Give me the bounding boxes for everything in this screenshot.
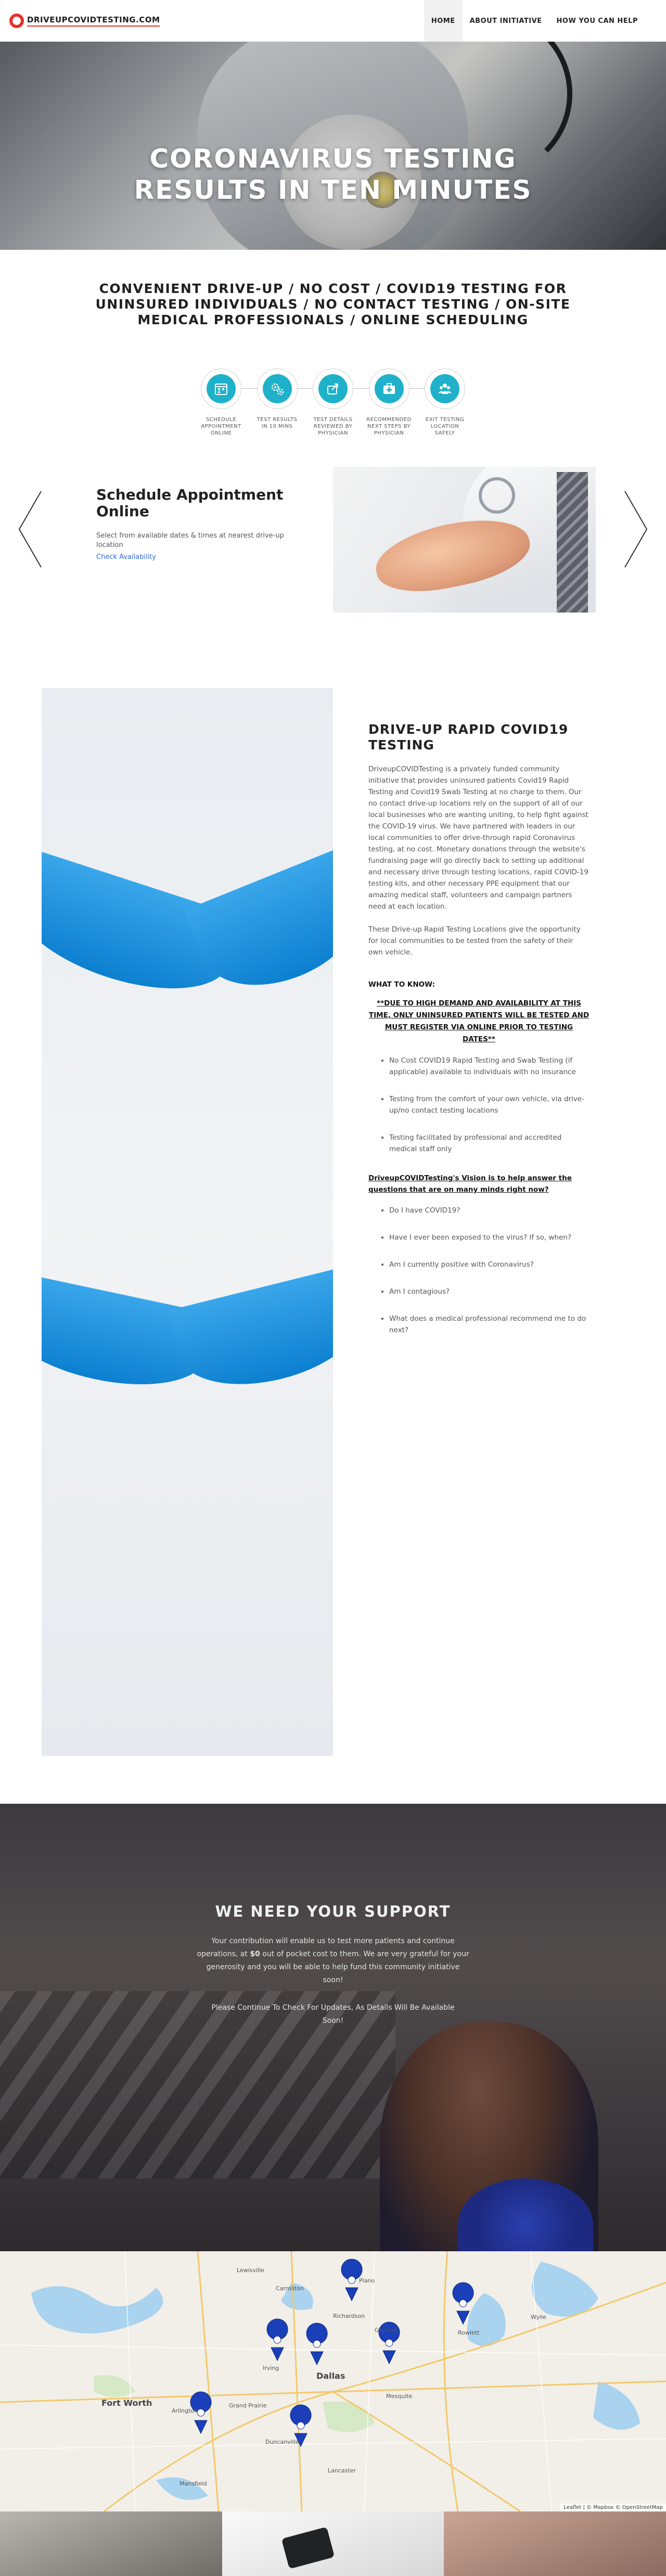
- slide-doctor-hand-image: [333, 467, 596, 613]
- hero-banner: CORONAVIRUS TESTING RESULTS IN TEN MINUT…: [0, 42, 666, 250]
- slider-next-arrow-icon[interactable]: [620, 490, 651, 568]
- list-item: Am I contagious?: [389, 1286, 590, 1297]
- gloves-fist-bump-image: [42, 688, 333, 1756]
- gallery-image: [444, 2511, 666, 2576]
- step-exit: EXIT TESTING LOCATION SAFELY: [421, 368, 468, 437]
- about-content: DRIVE-UP RAPID COVID19 TESTING DriveupCO…: [368, 722, 590, 1351]
- calendar-icon: [207, 374, 236, 403]
- step-results: TEST RESULTS IN 10 MINS: [254, 368, 301, 437]
- step-label: RECOMMENDED NEXT STEPS BY PHYSICIAN: [366, 417, 412, 436]
- step-circle: [425, 368, 465, 409]
- about-section: DRIVE-UP RAPID COVID19 TESTING DriveupCO…: [0, 688, 666, 1756]
- gallery-phone-shape: [281, 2527, 335, 2569]
- slider-prev-arrow-icon[interactable]: [15, 490, 46, 568]
- support-title: WE NEED YOUR SUPPORT: [215, 1903, 451, 1920]
- support-body: Your contribution will enable us to test…: [195, 1935, 471, 1987]
- map-label: Dallas: [316, 2371, 345, 2381]
- process-steps: SCHEDULE APPOINTMENT ONLINE TEST RESULTS…: [198, 368, 468, 437]
- step-circle: [368, 368, 409, 409]
- share-icon: [318, 374, 348, 403]
- logo-mark-icon: [9, 14, 24, 28]
- questions-list: Do I have COVID19? Have I ever been expo…: [389, 1205, 590, 1336]
- about-title: DRIVE-UP RAPID COVID19 TESTING: [368, 722, 569, 753]
- map-label: Mesquite: [386, 2393, 413, 2400]
- tagline-section: CONVENIENT DRIVE-UP / NO COST / COVID19 …: [0, 250, 666, 328]
- step-circle: [257, 368, 298, 409]
- hero-title-line1: CORONAVIRUS TESTING: [149, 144, 517, 174]
- support-content: WE NEED YOUR SUPPORT Your contribution w…: [0, 1903, 666, 2027]
- gallery-image: [222, 2511, 444, 2576]
- map-label: Wylie: [531, 2314, 547, 2320]
- site-logo[interactable]: DRIVEUPCOVIDTESTING.COM: [9, 14, 160, 28]
- step-circle: [313, 368, 353, 409]
- logo-text: DRIVEUPCOVIDTESTING.COM: [27, 15, 160, 27]
- map-label: Mansfield: [180, 2480, 207, 2487]
- site-header: DRIVEUPCOVIDTESTING.COM HOME ABOUT INITI…: [0, 0, 666, 42]
- support-amount: $0: [250, 1950, 260, 1958]
- main-nav: HOME ABOUT INITIATIVE HOW YOU CAN HELP: [424, 0, 645, 42]
- tagline-heading: CONVENIENT DRIVE-UP / NO COST / COVID19 …: [95, 281, 571, 327]
- hero-title-line2: RESULTS IN TEN MINUTES: [134, 175, 532, 205]
- step-label: TEST DETAILS REVIEWED BY PHYSICIAN: [313, 417, 353, 436]
- gallery-image: [0, 2511, 222, 2576]
- map-label: Lewisville: [237, 2267, 264, 2274]
- about-paragraph-1: DriveupCOVIDTesting is a privately funde…: [368, 765, 588, 911]
- support-note: Please Continue To Check For Updates, As…: [211, 2004, 455, 2025]
- nav-item-about-initiative[interactable]: ABOUT INITIATIVE: [463, 0, 549, 42]
- map-attribution[interactable]: Leaflet | © Mapbox © OpenStreetMap: [560, 2504, 666, 2511]
- map-label: Lancaster: [328, 2467, 356, 2474]
- slide-image-stethoscope: [479, 477, 515, 514]
- list-item: Do I have COVID19?: [389, 1205, 590, 1216]
- map-label: Grand Prairie: [229, 2402, 267, 2409]
- step-next-steps: RECOMMENDED NEXT STEPS BY PHYSICIAN: [366, 368, 413, 437]
- list-item: Testing from the comfort of your own veh…: [389, 1093, 590, 1116]
- list-item: Have I ever been exposed to the virus? I…: [389, 1232, 590, 1243]
- map-label: Carrollton: [276, 2285, 304, 2292]
- check-availability-link[interactable]: Check Availability: [96, 553, 299, 561]
- list-item: Testing facilitated by professional and …: [389, 1132, 590, 1155]
- step-label: TEST RESULTS IN 10 MINS: [257, 417, 298, 429]
- hero-title: CORONAVIRUS TESTING RESULTS IN TEN MINUT…: [0, 143, 666, 206]
- locations-map[interactable]: Fort Worth Dallas Carrollton Plano Richa…: [0, 2251, 666, 2511]
- slide-description: Select from available dates & times at n…: [96, 532, 284, 549]
- map-label: Plano: [359, 2277, 375, 2284]
- vision-statement: DriveupCOVIDTesting's Vision is to help …: [368, 1174, 572, 1194]
- map-label: Duncanville: [265, 2439, 299, 2445]
- nav-item-how-you-can-help[interactable]: HOW YOU CAN HELP: [549, 0, 645, 42]
- medical-kit-icon: [374, 374, 404, 403]
- demand-notice: **DUE TO HIGH DEMAND AND AVAILABILITY AT…: [368, 999, 590, 1043]
- slide-image-tie: [557, 472, 588, 613]
- gears-icon: [262, 374, 292, 403]
- support-section: WE NEED YOUR SUPPORT Your contribution w…: [0, 1804, 666, 2251]
- list-item: No Cost COVID19 Rapid Testing and Swab T…: [389, 1055, 590, 1078]
- step-circle: [201, 368, 241, 409]
- benefits-list: No Cost COVID19 Rapid Testing and Swab T…: [389, 1055, 590, 1155]
- map-label: Fort Worth: [101, 2398, 152, 2408]
- users-icon: [430, 374, 459, 403]
- map-label: Arlington: [172, 2407, 198, 2414]
- slide-content: Schedule Appointment Online Select from …: [96, 486, 299, 562]
- what-to-know-heading: WHAT TO KNOW:: [368, 980, 435, 989]
- gallery-strip: [0, 2511, 666, 2576]
- glove-shape: [168, 1265, 333, 1401]
- list-item: Am I currently positive with Coronavirus…: [389, 1259, 590, 1270]
- about-paragraph-2: These Drive-up Rapid Testing Locations g…: [368, 925, 581, 957]
- slide-title: Schedule Appointment Online: [96, 486, 284, 520]
- nav-item-home[interactable]: HOME: [424, 0, 463, 42]
- step-schedule: SCHEDULE APPOINTMENT ONLINE: [198, 368, 245, 437]
- map-label: Richardson: [333, 2313, 365, 2319]
- step-reviewed: TEST DETAILS REVIEWED BY PHYSICIAN: [310, 368, 356, 437]
- list-item: What does a medical professional recomme…: [389, 1313, 590, 1336]
- step-label: SCHEDULE APPOINTMENT ONLINE: [201, 417, 241, 436]
- map-label: Garland: [375, 2327, 398, 2333]
- step-label: EXIT TESTING LOCATION SAFELY: [425, 417, 465, 436]
- map-label: Irving: [263, 2365, 279, 2371]
- map-label: Rowlett: [458, 2329, 480, 2336]
- feature-slider: Schedule Appointment Online Select from …: [0, 451, 666, 613]
